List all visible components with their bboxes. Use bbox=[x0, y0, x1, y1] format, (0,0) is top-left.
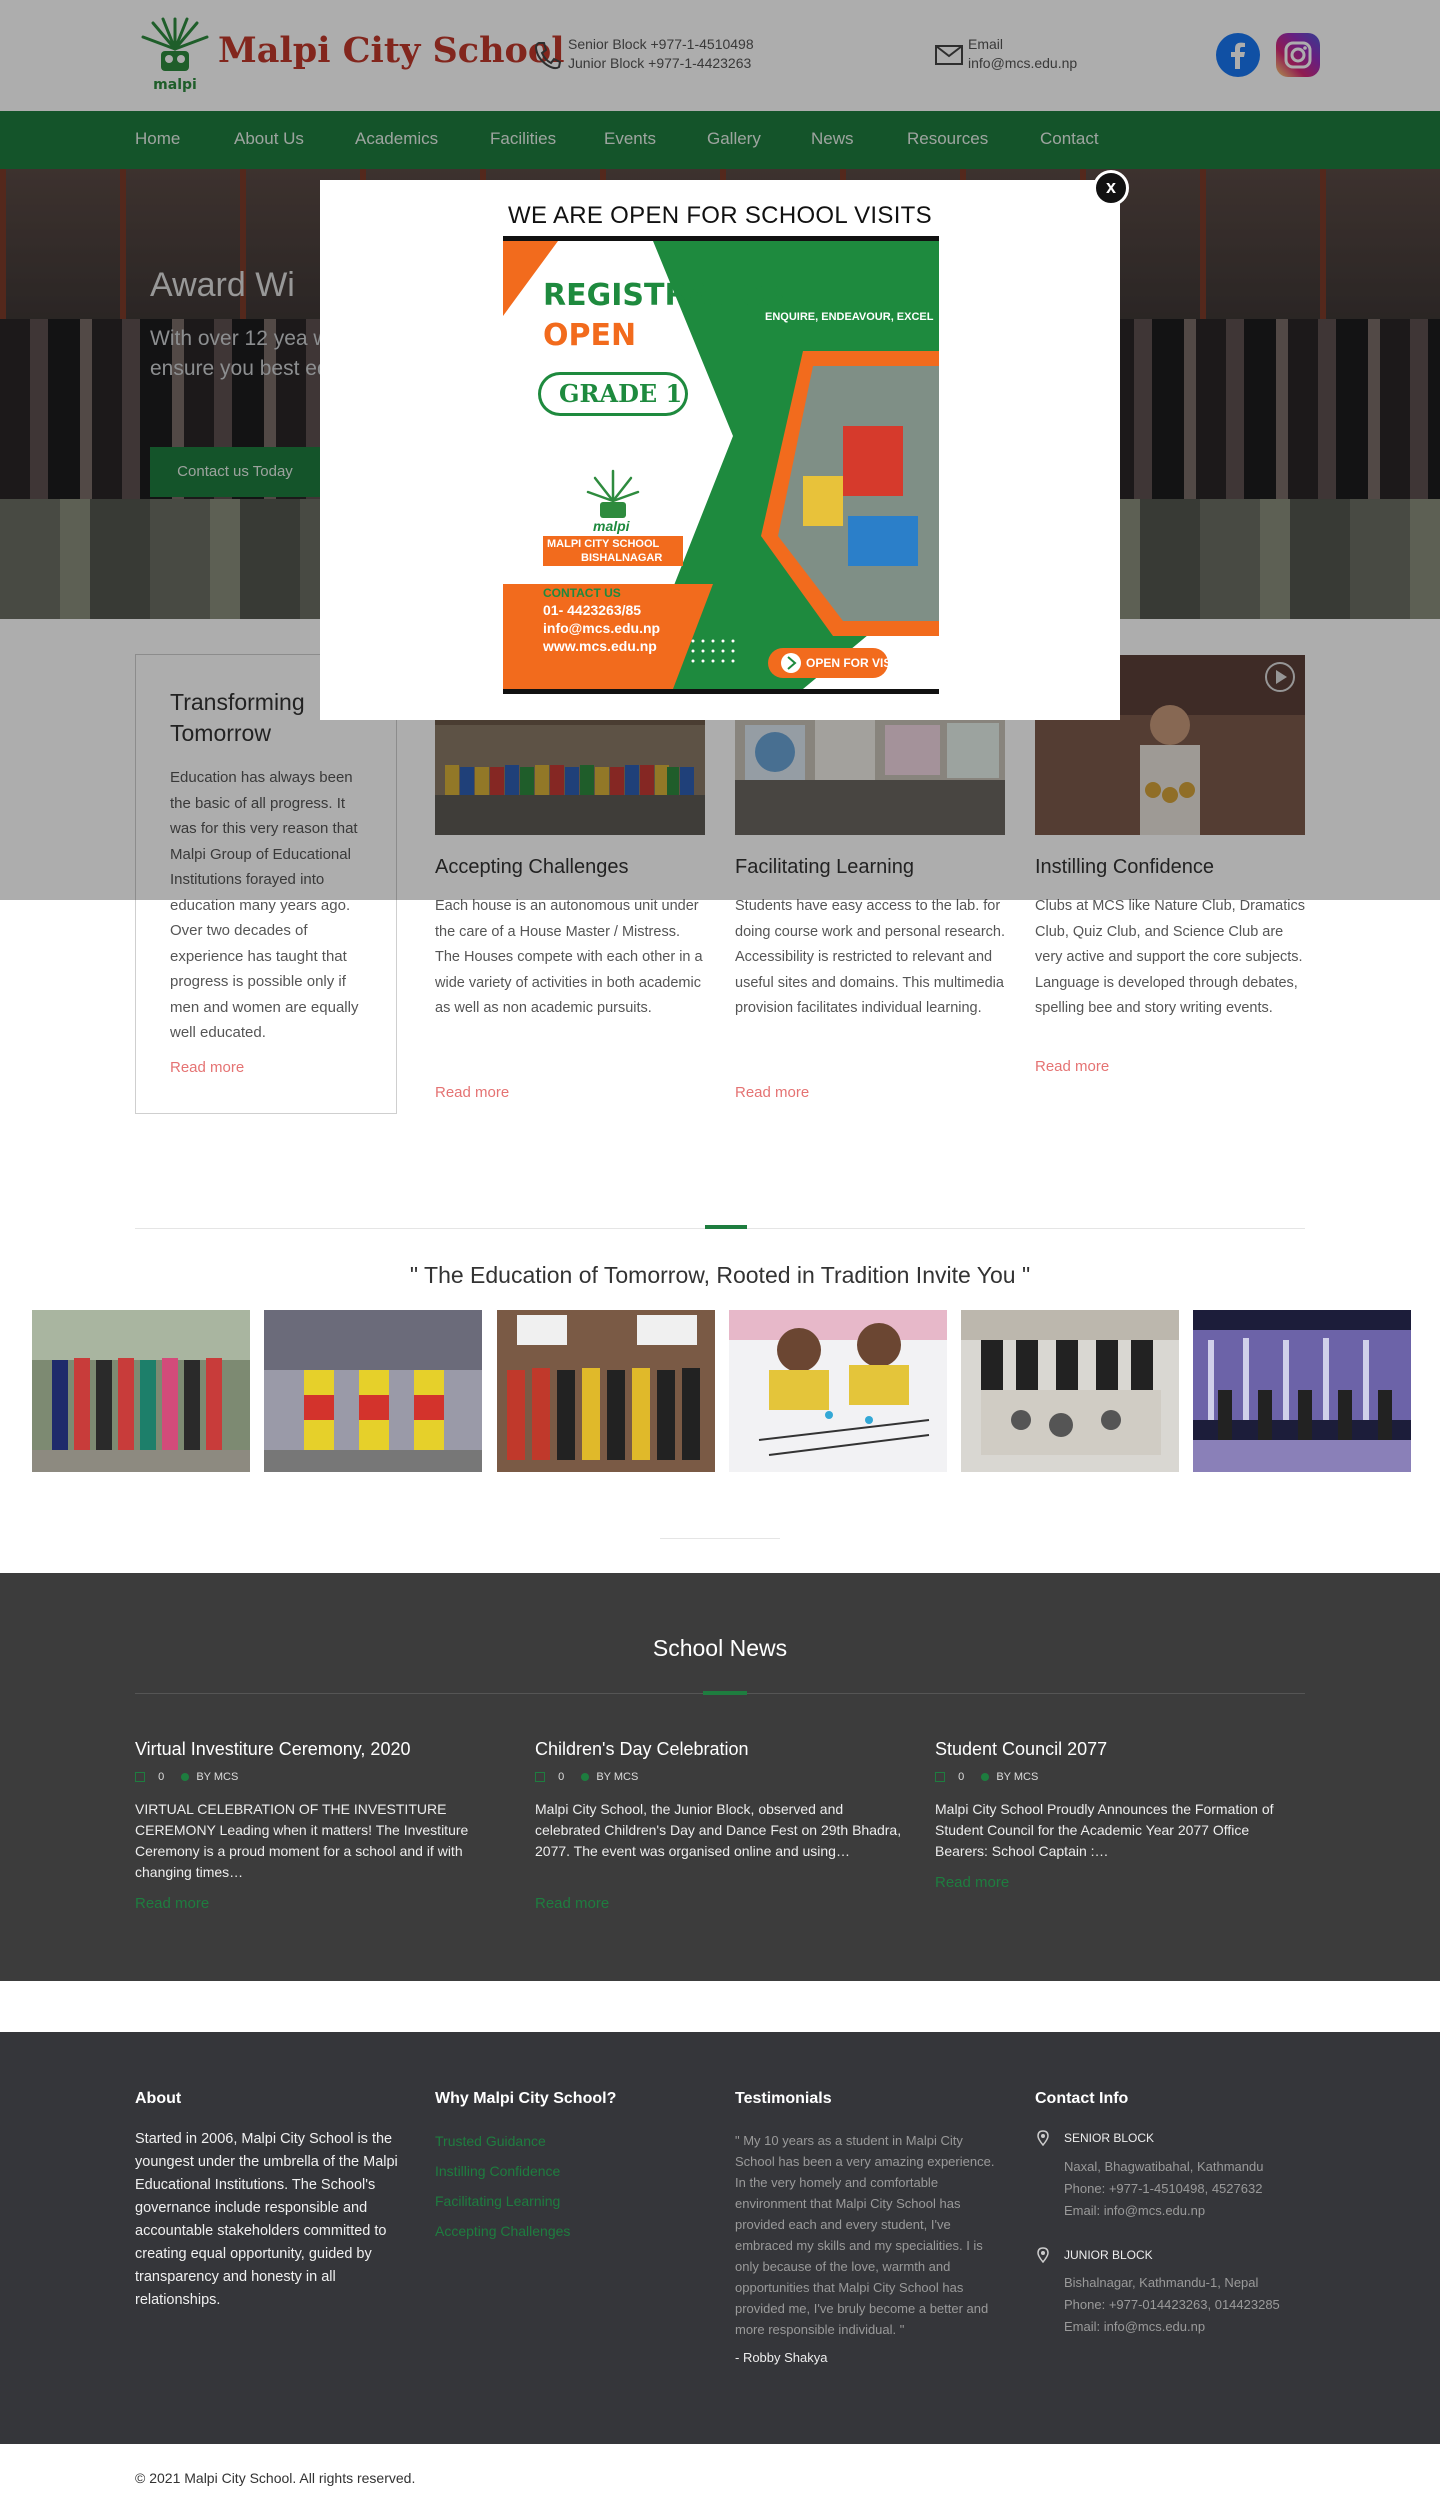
poster-school-name: MALPI CITY SCHOOL bbox=[547, 538, 660, 550]
section-divider bbox=[660, 1538, 780, 1539]
gallery-image[interactable] bbox=[264, 1310, 482, 1472]
footer-about-text: Started in 2006, Malpi City School is th… bbox=[135, 2131, 398, 2308]
section-divider-accent bbox=[705, 1225, 747, 1229]
news-item-excerpt: VIRTUAL CELEBRATION OF THE INVESTITURE C… bbox=[135, 1801, 469, 1880]
poster-grade: GRADE 1 bbox=[559, 379, 683, 408]
feature-text-accepting-challenges: Each house is an autonomous unit under t… bbox=[435, 898, 703, 1016]
news-item-title[interactable]: Children's Day Celebration bbox=[535, 1739, 749, 1760]
poster-headline-open: OPEN bbox=[543, 318, 637, 353]
news-author: BY MCS bbox=[596, 1771, 639, 1783]
school-visit-modal: WE ARE OPEN FOR SCHOOL VISITS REGISTRATI… bbox=[320, 180, 1120, 720]
contact-junior-address: Bishalnagar, Kathmandu-1, Nepal bbox=[1064, 2275, 1259, 2290]
gallery-image[interactable] bbox=[961, 1310, 1179, 1472]
contact-senior-email[interactable]: Email: info@mcs.edu.np bbox=[1064, 2200, 1205, 2222]
user-icon bbox=[181, 1773, 190, 1782]
footer-link-accepting-challenges[interactable]: Accepting Challenges bbox=[435, 2223, 570, 2239]
news-comment-count: 0 bbox=[958, 1771, 965, 1783]
poster-contact-web: www.mcs.edu.np bbox=[543, 638, 657, 654]
site-footer: About Started in 2006, Malpi City School… bbox=[0, 2032, 1440, 2444]
footer-link-trusted-guidance[interactable]: Trusted Guidance bbox=[435, 2133, 546, 2149]
poster-headline-registration: REGISTRATION bbox=[543, 278, 791, 313]
news-title: School News bbox=[652, 1635, 788, 1661]
poster-visit-label: OPEN FOR VISITS bbox=[806, 656, 911, 670]
gallery-image[interactable] bbox=[497, 1310, 715, 1472]
calendar-icon bbox=[935, 1772, 945, 1783]
calendar-icon bbox=[535, 1772, 545, 1783]
news-item-title[interactable]: Student Council 2077 bbox=[935, 1739, 1107, 1760]
footer-link-instilling-confidence[interactable]: Instilling Confidence bbox=[435, 2163, 560, 2179]
news-comment-count: 0 bbox=[558, 1771, 565, 1783]
contact-junior-email[interactable]: Email: info@mcs.edu.np bbox=[1064, 2316, 1205, 2338]
news-divider-accent bbox=[703, 1691, 747, 1695]
poster-contact-label: CONTACT US bbox=[543, 586, 621, 600]
news-item-meta: 0 BY MCS bbox=[535, 1771, 638, 1783]
news-item-excerpt: Malpi City School Proudly Announces the … bbox=[935, 1801, 1274, 1859]
modal-title: WE ARE OPEN FOR SCHOOL VISITS bbox=[508, 202, 932, 229]
news-comment-count: 0 bbox=[158, 1771, 165, 1783]
gallery-image[interactable] bbox=[1193, 1310, 1411, 1472]
copyright: © 2021 Malpi City School. All rights res… bbox=[135, 2470, 416, 2486]
testimonial-author: - Robby Shakya bbox=[735, 2350, 828, 2365]
contact-senior-address: Naxal, Bhagwatibahal, Kathmandu bbox=[1064, 2159, 1264, 2174]
user-icon bbox=[981, 1773, 990, 1782]
feature-read-more-facilitating-learning[interactable]: Read more bbox=[735, 1084, 809, 1101]
footer-why-heading: Why Malpi City School? bbox=[435, 2090, 617, 2107]
contact-junior-label: JUNIOR BLOCK bbox=[1064, 2248, 1153, 2262]
news-author: BY MCS bbox=[196, 1771, 239, 1783]
feature-read-more-accepting-challenges[interactable]: Read more bbox=[435, 1084, 509, 1101]
gallery-image[interactable] bbox=[32, 1310, 250, 1472]
registration-poster[interactable]: REGISTRATION OPEN ENQUIRE, ENDEAVOUR, EX… bbox=[503, 236, 939, 694]
location-pin-icon bbox=[1037, 2247, 1049, 2263]
footer-about-heading: About bbox=[135, 2090, 182, 2107]
feature-text-instilling-confidence: Clubs at MCS like Nature Club, Dramatics… bbox=[1035, 898, 1305, 1016]
contact-senior-phone[interactable]: Phone: +977-1-4510498, 4527632 bbox=[1064, 2178, 1262, 2200]
poster-school-location: BISHALNAGAR bbox=[581, 552, 663, 564]
gallery-image[interactable] bbox=[729, 1310, 947, 1472]
poster-logo-text: malpi bbox=[593, 518, 630, 534]
news-item-excerpt: Malpi City School, the Junior Block, obs… bbox=[535, 1801, 902, 1859]
news-item-meta: 0 BY MCS bbox=[935, 1771, 1038, 1783]
tagline: " The Education of Tomorrow, Rooted in T… bbox=[409, 1262, 1031, 1288]
user-icon bbox=[581, 1773, 590, 1782]
news-item-read-more[interactable]: Read more bbox=[135, 1895, 209, 1912]
contact-senior-label: SENIOR BLOCK bbox=[1064, 2131, 1155, 2145]
footer-contact-heading: Contact Info bbox=[1035, 2090, 1129, 2107]
poster-contact-phone: 01- 4423263/85 bbox=[543, 602, 642, 618]
feature-read-more-instilling-confidence[interactable]: Read more bbox=[1035, 1058, 1109, 1075]
poster-contact-email: info@mcs.edu.np bbox=[543, 620, 661, 636]
news-item-read-more[interactable]: Read more bbox=[535, 1895, 609, 1912]
news-item-meta: 0 BY MCS bbox=[135, 1771, 238, 1783]
contact-junior-phone[interactable]: Phone: +977-014423263, 014423285 bbox=[1064, 2294, 1280, 2316]
footer-link-facilitating-learning[interactable]: Facilitating Learning bbox=[435, 2193, 560, 2209]
news-item-read-more[interactable]: Read more bbox=[935, 1874, 1009, 1891]
calendar-icon bbox=[135, 1772, 145, 1783]
news-author: BY MCS bbox=[996, 1771, 1039, 1783]
location-pin-icon bbox=[1037, 2130, 1049, 2146]
feature-text-facilitating-learning: Students have easy access to the lab. fo… bbox=[735, 898, 1006, 1016]
footer-testimonials-heading: Testimonials bbox=[735, 2090, 832, 2107]
poster-tagline: ENQUIRE, ENDEAVOUR, EXCEL bbox=[765, 311, 934, 323]
news-item-title[interactable]: Virtual Investiture Ceremony, 2020 bbox=[135, 1739, 410, 1760]
testimonial-text: " My 10 years as a student in Malpi City… bbox=[735, 2133, 995, 2337]
intro-read-more-link[interactable]: Read more bbox=[170, 1059, 244, 1076]
school-news-section: School News Virtual Investiture Ceremony… bbox=[0, 1573, 1440, 1981]
close-icon[interactable]: x bbox=[1093, 170, 1129, 206]
